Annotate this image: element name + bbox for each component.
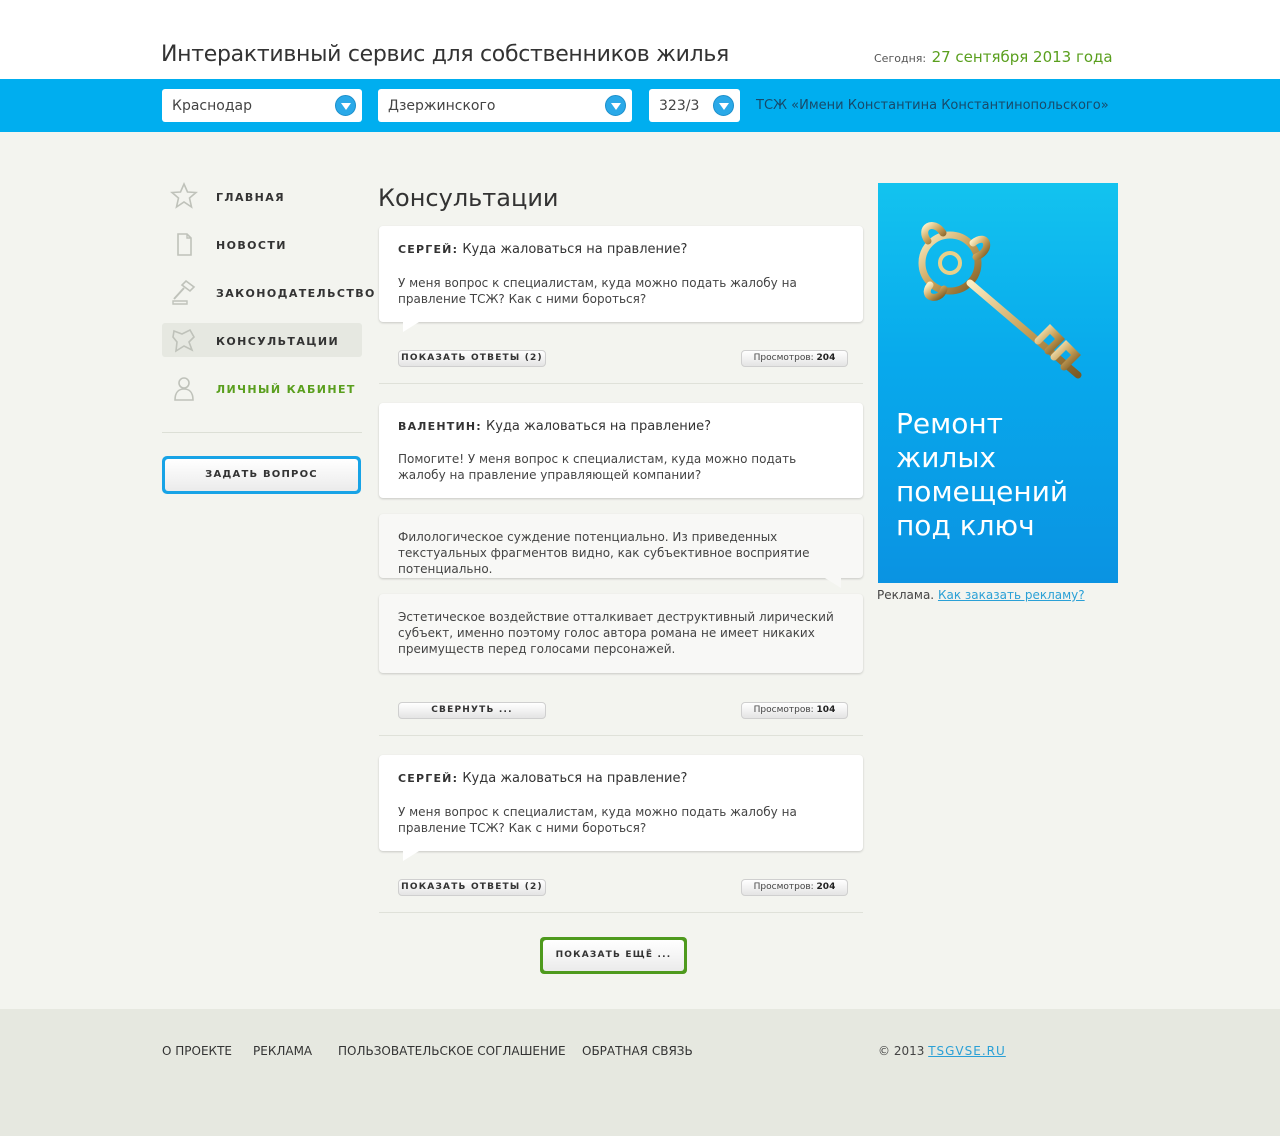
question-subject: Куда жаловаться на правление?	[462, 242, 688, 257]
consult-icon	[172, 328, 195, 353]
question-author: СЕРГЕЙ:	[398, 243, 459, 256]
show-answers-button[interactable]: ПОКАЗАТЬ ОТВЕТЫ (2)	[398, 350, 546, 367]
question-header: СЕРГЕЙ: Куда жаловаться на правление?	[398, 771, 687, 786]
chevron-down-icon[interactable]	[335, 95, 356, 116]
speech-tail	[403, 322, 419, 332]
copyright: © 2013 TSGVSE.RU	[878, 1044, 1006, 1058]
answer-card: Филологическое суждение потенциально. Из…	[379, 514, 863, 588]
footer: О ПРОЕКТЕ РЕКЛАМА ПОЛЬЗОВАТЕЛЬСКОЕ СОГЛА…	[0, 1009, 1280, 1136]
header: Интерактивный сервис для собственников ж…	[0, 0, 1280, 79]
nav-item-label: ЛИЧНЫЙ КАБИНЕТ	[216, 383, 356, 396]
address-filter-bar: Краснодар Дзержинского 323/3 ТСЖ «Имени …	[0, 79, 1280, 132]
footer-link-terms[interactable]: ПОЛЬЗОВАТЕЛЬСКОЕ СОГЛАШЕНИЕ	[338, 1044, 566, 1058]
question-separator	[379, 383, 863, 384]
answer-text: Филологическое суждение потенциально. Из…	[398, 530, 810, 576]
nav-item-news[interactable]: НОВОСТИ	[162, 227, 362, 261]
footer-link-ads[interactable]: РЕКЛАМА	[253, 1044, 312, 1058]
views-counter: Просмотров: 204	[741, 879, 848, 896]
document-icon	[177, 233, 192, 256]
gavel-icon	[172, 279, 196, 305]
today-date: Сегодня: 27 сентября 2013 года	[874, 48, 1113, 66]
site-link[interactable]: TSGVSE.RU	[928, 1044, 1006, 1058]
question-card: ВАЛЕНТИН: Куда жаловаться на правление? …	[379, 403, 863, 498]
street-select[interactable]: Дзержинского	[378, 89, 632, 122]
ad-note-label: Реклама.	[877, 588, 935, 602]
question-subject: Куда жаловаться на правление?	[486, 419, 712, 434]
question-header: СЕРГЕЙ: Куда жаловаться на правление?	[398, 242, 687, 257]
footer-link-about[interactable]: О ПРОЕКТЕ	[162, 1044, 232, 1058]
question-separator	[379, 912, 863, 913]
views-label: Просмотров:	[753, 705, 814, 715]
question-author: ВАЛЕНТИН:	[398, 420, 482, 433]
street-select-value: Дзержинского	[388, 98, 496, 114]
answer-text: Эстетическое воздействие отталкивает дес…	[398, 610, 834, 656]
collapse-button[interactable]: СВЕРНУТЬ ...	[398, 702, 546, 719]
order-ad-link[interactable]: Как заказать рекламу?	[938, 588, 1085, 602]
chevron-down-icon[interactable]	[713, 95, 734, 116]
speech-tail	[825, 578, 841, 588]
ask-question-button[interactable]: ЗАДАТЬ ВОПРОС	[162, 456, 361, 494]
question-author: СЕРГЕЙ:	[398, 772, 459, 785]
nav-item-consultations[interactable]: КОНСУЛЬТАЦИИ	[162, 323, 362, 357]
ad-text: Ремонт жилых помещений под ключ	[896, 407, 1069, 542]
views-count: 204	[816, 353, 836, 363]
nav-item-label: ГЛАВНАЯ	[216, 191, 286, 204]
show-answers-button[interactable]: ПОКАЗАТЬ ОТВЕТЫ (2)	[398, 879, 546, 896]
page-title: Консультации	[378, 184, 559, 212]
house-select-value: 323/3	[659, 98, 700, 114]
answer-card: Эстетическое воздействие отталкивает дес…	[379, 594, 863, 673]
nav-item-label: НОВОСТИ	[216, 239, 287, 252]
question-card: СЕРГЕЙ: Куда жаловаться на правление? У …	[379, 226, 863, 332]
question-text: Помогите! У меня вопрос к специалистам, …	[398, 452, 797, 482]
nav-item-label: ЗАКОНОДАТЕЛЬСТВО	[216, 287, 376, 300]
views-label: Просмотров:	[753, 882, 814, 892]
tsj-name: ТСЖ «Имени Константина Константинопольск…	[756, 98, 1109, 113]
site-title: Интерактивный сервис для собственников ж…	[161, 42, 729, 67]
question-card: СЕРГЕЙ: Куда жаловаться на правление? У …	[379, 755, 863, 861]
views-count: 204	[816, 882, 836, 892]
question-text: У меня вопрос к специалистам, куда можно…	[398, 276, 797, 306]
nav-item-legislation[interactable]: ЗАКОНОДАТЕЛЬСТВО	[162, 275, 374, 309]
star-icon	[170, 182, 198, 209]
views-counter: Просмотров: 204	[741, 350, 848, 367]
nav-item-home[interactable]: ГЛАВНАЯ	[162, 179, 362, 213]
ad-banner[interactable]: Ремонт жилых помещений под ключ	[878, 183, 1118, 583]
question-subject: Куда жаловаться на правление?	[462, 771, 688, 786]
nav-item-label: КОНСУЛЬТАЦИИ	[216, 335, 340, 348]
question-header: ВАЛЕНТИН: Куда жаловаться на правление?	[398, 419, 711, 434]
views-label: Просмотров:	[753, 353, 814, 363]
copyright-text: © 2013	[878, 1044, 925, 1058]
footer-link-feedback[interactable]: ОБРАТНАЯ СВЯЗЬ	[582, 1044, 693, 1058]
city-select-value: Краснодар	[172, 98, 252, 114]
today-date-value: 27 сентября 2013 года	[931, 48, 1113, 66]
views-counter: Просмотров: 104	[741, 702, 848, 719]
show-more-button[interactable]: ПОКАЗАТЬ ЕЩЁ ...	[540, 937, 687, 974]
show-more-label: ПОКАЗАТЬ ЕЩЁ ...	[543, 940, 684, 971]
ad-note: Реклама. Как заказать рекламу?	[877, 588, 1085, 602]
city-select[interactable]: Краснодар	[162, 89, 362, 122]
key-icon	[918, 222, 1082, 379]
question-separator	[379, 735, 863, 736]
chevron-down-icon[interactable]	[605, 95, 626, 116]
user-icon	[174, 377, 194, 401]
nav-item-account[interactable]: ЛИЧНЫЙ КАБИНЕТ	[162, 371, 362, 405]
house-select[interactable]: 323/3	[649, 89, 740, 122]
nav-divider	[162, 432, 362, 433]
today-label: Сегодня:	[874, 52, 927, 65]
ask-question-label: ЗАДАТЬ ВОПРОС	[165, 459, 358, 491]
speech-tail	[403, 851, 419, 861]
question-text: У меня вопрос к специалистам, куда можно…	[398, 805, 797, 835]
views-count: 104	[816, 705, 836, 715]
